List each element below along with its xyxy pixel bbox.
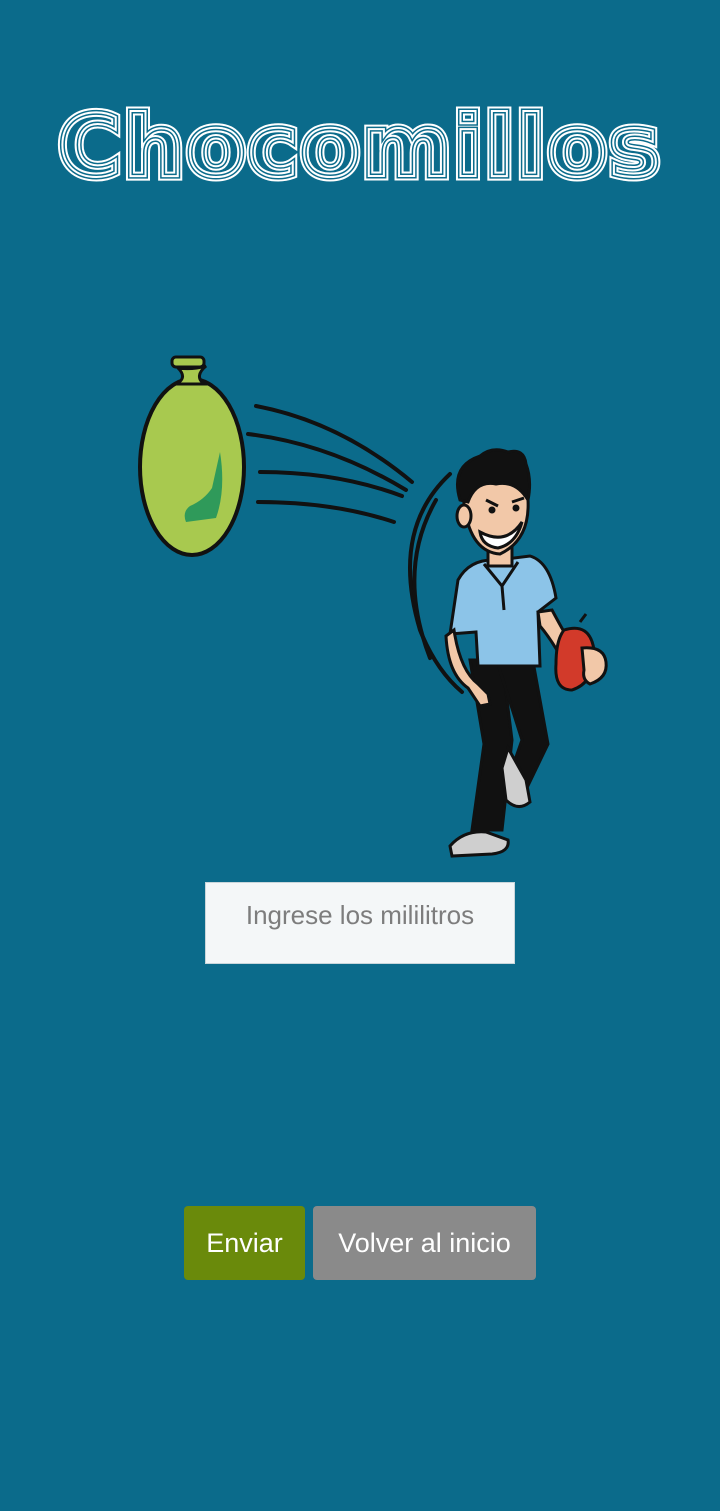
- man-figure-icon: [444, 448, 608, 858]
- title-logo: Chocomillos Chocomillos Chocomillos: [54, 93, 665, 202]
- back-to-home-button[interactable]: Volver al inicio: [313, 1206, 536, 1280]
- title-text-core: Chocomillos: [58, 97, 662, 197]
- milliliters-input[interactable]: [205, 882, 515, 964]
- page-title: Chocomillos Chocomillos Chocomillos: [0, 88, 720, 208]
- man-throwing-water-balloon-icon: [138, 355, 608, 858]
- send-button[interactable]: Enviar: [184, 1206, 305, 1280]
- motion-lines-icon: [246, 404, 464, 694]
- green-balloon-icon: [138, 355, 246, 557]
